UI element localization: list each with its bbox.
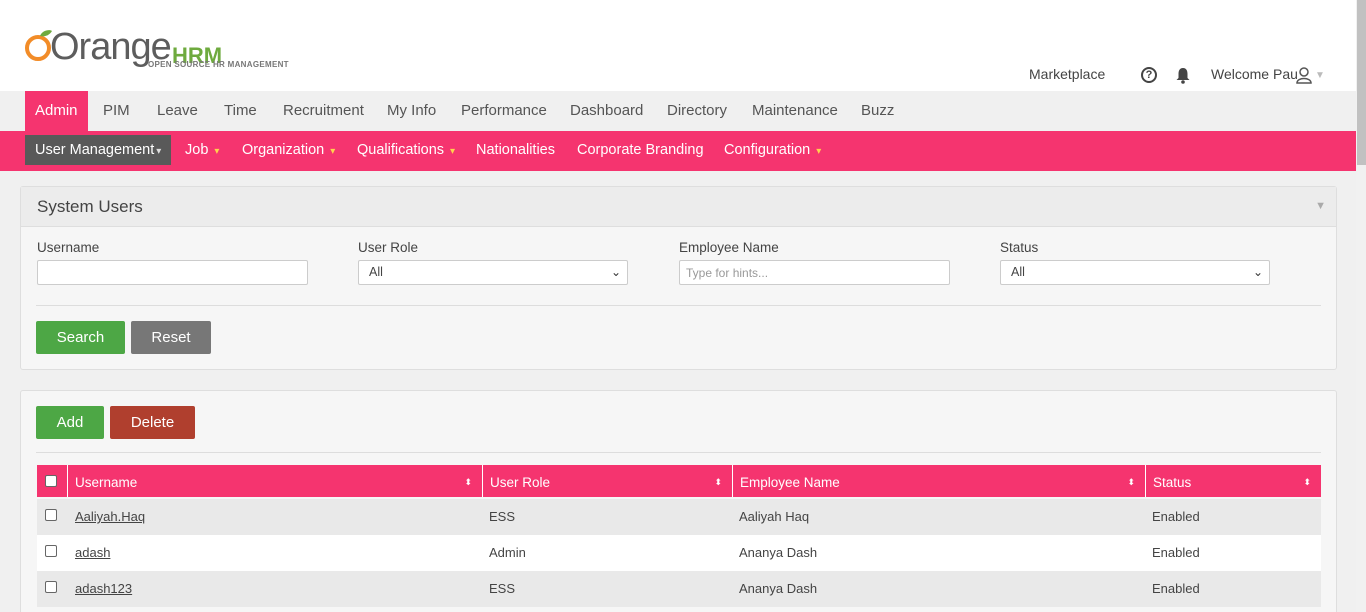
subnav-label: Qualifications xyxy=(357,142,445,158)
subnav-label: User Management xyxy=(35,142,155,158)
username-link[interactable]: Aaliyah.Haq xyxy=(75,499,145,535)
username-input[interactable] xyxy=(37,260,308,285)
user-avatar-icon[interactable] xyxy=(1295,66,1313,84)
username-link[interactable]: adash123 xyxy=(75,571,132,607)
logo-subtitle: OPEN SOURCE HR MANAGEMENT xyxy=(148,60,289,69)
status-select[interactable]: All ⌄ xyxy=(1000,260,1270,285)
chevron-down-icon: ▾ xyxy=(156,146,162,157)
column-label: Employee Name xyxy=(740,475,840,490)
table-row: adash123 ESS Ananya Dash Enabled xyxy=(37,571,1321,607)
sub-nav: User Management ▾ Job ▾ Organization ▾ Qual… xyxy=(0,131,1356,171)
column-status[interactable]: Status ⬍ xyxy=(1145,465,1321,497)
subnav-label: Job xyxy=(185,142,209,158)
divider xyxy=(36,452,1321,453)
employee-name-cell: Ananya Dash xyxy=(739,581,818,596)
nav-my-info[interactable]: My Info xyxy=(377,91,446,131)
search-button[interactable]: Search xyxy=(36,321,125,354)
status-cell: Enabled xyxy=(1152,545,1200,560)
username-link[interactable]: adash xyxy=(75,535,110,571)
sort-icon[interactable]: ⬍ xyxy=(464,465,472,499)
chevron-down-icon: ⌄ xyxy=(610,265,621,279)
welcome-user[interactable]: Welcome Pau xyxy=(1211,66,1298,82)
nav-maintenance[interactable]: Maintenance xyxy=(742,91,848,131)
subnav-label: Configuration xyxy=(724,142,811,158)
status-cell: Enabled xyxy=(1152,581,1200,596)
table-header: Username ⬍ User Role ⬍ Employee Name ⬍ S… xyxy=(37,465,1321,497)
employee-name-cell: Aaliyah Haq xyxy=(739,509,810,524)
column-employee-name[interactable]: Employee Name ⬍ xyxy=(732,465,1145,497)
chevron-down-icon[interactable]: ▼ xyxy=(1315,70,1325,81)
nav-recruitment[interactable]: Recruitment xyxy=(273,91,374,131)
nav-directory[interactable]: Directory xyxy=(657,91,737,131)
user-role-select[interactable]: All ⌄ xyxy=(358,260,628,285)
employee-name-input[interactable] xyxy=(679,260,950,285)
column-label: Status xyxy=(1153,475,1192,490)
nav-time[interactable]: Time xyxy=(214,91,267,131)
row-checkbox[interactable] xyxy=(45,509,57,521)
nav-performance[interactable]: Performance xyxy=(451,91,557,131)
subnav-corporate-branding[interactable]: Corporate Branding xyxy=(577,131,704,171)
row-checkbox[interactable] xyxy=(45,545,57,557)
user-role-label: User Role xyxy=(358,240,419,255)
subnav-label: Organization xyxy=(242,142,325,158)
scrollbar-thumb[interactable] xyxy=(1357,0,1366,165)
username-label: Username xyxy=(37,240,100,255)
column-user-role[interactable]: User Role ⬍ xyxy=(482,465,732,497)
subnav-job[interactable]: Job ▾ xyxy=(185,131,219,171)
table-row: Aaliyah.Haq ESS Aaliyah Haq Enabled xyxy=(37,499,1321,535)
sort-icon[interactable]: ⬍ xyxy=(1303,465,1311,499)
sort-icon[interactable]: ⬍ xyxy=(1127,465,1135,499)
subnav-nationalities[interactable]: Nationalities xyxy=(476,131,555,171)
status-label: Status xyxy=(1000,240,1039,255)
nav-pim[interactable]: PIM xyxy=(93,91,140,131)
status-cell: Enabled xyxy=(1152,509,1200,524)
nav-leave[interactable]: Leave xyxy=(147,91,208,131)
panel-title: System Users xyxy=(37,197,143,216)
status-value: All xyxy=(1011,265,1025,279)
column-label: Username xyxy=(75,475,138,490)
add-button[interactable]: Add xyxy=(36,406,104,439)
table-row: adash Admin Ananya Dash Enabled xyxy=(37,535,1321,571)
subnav-configuration[interactable]: Configuration ▾ xyxy=(724,131,821,171)
chevron-down-icon: ▾ xyxy=(214,146,220,157)
nav-buzz[interactable]: Buzz xyxy=(851,91,904,131)
subnav-organization[interactable]: Organization ▾ xyxy=(242,131,335,171)
nav-admin[interactable]: Admin xyxy=(25,91,88,131)
select-all-checkbox[interactable] xyxy=(45,475,57,487)
main-nav: Admin PIM Leave Time Recruitment My Info… xyxy=(0,91,1356,131)
user-role-value: All xyxy=(369,265,383,279)
chevron-down-icon: ▾ xyxy=(330,146,336,157)
chevron-down-icon: ▾ xyxy=(816,146,822,157)
column-label: User Role xyxy=(490,475,551,490)
employee-name-cell: Ananya Dash xyxy=(739,545,818,560)
collapse-icon[interactable]: ▼ xyxy=(1315,200,1326,212)
marketplace-link[interactable]: Marketplace xyxy=(1029,66,1105,82)
help-icon[interactable]: ? xyxy=(1141,67,1157,83)
subnav-user-management[interactable]: User Management ▾ xyxy=(25,135,172,165)
users-list-panel: Add Delete Username ⬍ User Role ⬍ Employ… xyxy=(20,390,1337,612)
divider xyxy=(36,305,1321,306)
orangehrm-logo[interactable]: Orange HRM OPEN SOURCE HR MANAGEMENT xyxy=(24,12,314,74)
employee-name-label: Employee Name xyxy=(679,240,779,255)
row-checkbox[interactable] xyxy=(45,581,57,593)
reset-button[interactable]: Reset xyxy=(131,321,211,354)
delete-button[interactable]: Delete xyxy=(110,406,195,439)
sort-icon[interactable]: ⬍ xyxy=(714,465,722,499)
bell-icon[interactable] xyxy=(1175,67,1191,84)
chevron-down-icon: ▾ xyxy=(450,146,456,157)
chevron-down-icon: ⌄ xyxy=(1252,265,1263,279)
user-role-cell: ESS xyxy=(489,509,516,524)
column-username[interactable]: Username ⬍ xyxy=(67,465,482,497)
panel-header: System Users ▼ xyxy=(21,187,1336,227)
user-role-cell: Admin xyxy=(489,545,526,560)
system-users-search-panel: System Users ▼ Username User Role All ⌄ … xyxy=(20,186,1337,370)
header: Orange HRM OPEN SOURCE HR MANAGEMENT Mar… xyxy=(0,0,1356,91)
nav-dashboard[interactable]: Dashboard xyxy=(560,91,653,131)
subnav-qualifications[interactable]: Qualifications ▾ xyxy=(357,131,455,171)
user-role-cell: ESS xyxy=(489,581,516,596)
